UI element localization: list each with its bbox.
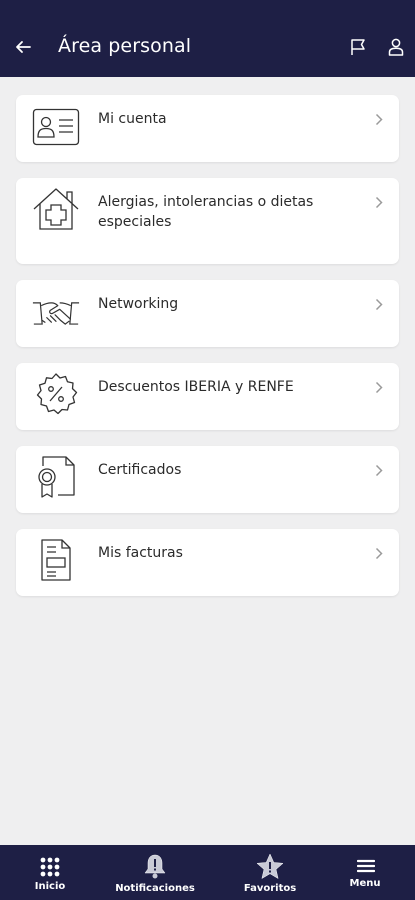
- grid-icon: [38, 856, 62, 878]
- menu-item-mi-cuenta[interactable]: Mi cuenta: [16, 95, 399, 162]
- chevron-right-icon: [373, 195, 385, 209]
- flag-icon: [351, 39, 365, 55]
- bottom-navigation: Inicio Notificaciones Favoritos Menu: [0, 845, 415, 900]
- menu-item-label: Certificados: [98, 462, 182, 478]
- nav-label: Notificaciones: [115, 883, 195, 894]
- discount-badge-icon: [32, 372, 80, 416]
- menu-item-networking[interactable]: Networking: [16, 280, 399, 347]
- nav-label: Inicio: [34, 881, 66, 892]
- handshake-icon: [32, 291, 80, 335]
- nav-favoritos[interactable]: Favoritos: [215, 845, 325, 900]
- menu-item-label: Mi cuenta: [98, 111, 167, 127]
- chevron-right-icon: [373, 546, 385, 560]
- menu-item-label: Mis facturas: [98, 545, 183, 561]
- nav-label: Menu: [349, 878, 381, 889]
- user-icon: [388, 38, 404, 56]
- profile-button[interactable]: [385, 36, 407, 58]
- menu-item-certificados[interactable]: Certificados: [16, 446, 399, 513]
- arrow-left-icon: [16, 41, 31, 53]
- nav-inicio[interactable]: Inicio: [0, 845, 100, 900]
- bell-icon: [142, 852, 168, 880]
- certificate-icon: [32, 455, 80, 499]
- menu-item-mis-facturas[interactable]: Mis facturas: [16, 529, 399, 596]
- medical-house-icon: [32, 187, 80, 231]
- nav-notificaciones[interactable]: Notificaciones: [100, 845, 210, 900]
- app-screen: Área personal Mi cuenta Alergias, intole…: [0, 0, 415, 900]
- id-card-icon: [32, 105, 80, 149]
- back-button[interactable]: [10, 34, 36, 60]
- menu-item-alergias[interactable]: Alergias, intolerancias o dietas especia…: [16, 178, 399, 264]
- star-icon: [256, 852, 284, 880]
- chevron-right-icon: [373, 112, 385, 126]
- menu-item-label: Networking: [98, 296, 179, 312]
- menu-item-label: Descuentos IBERIA y RENFE: [98, 379, 294, 395]
- nav-menu[interactable]: Menu: [325, 845, 415, 900]
- chevron-right-icon: [373, 463, 385, 477]
- chevron-right-icon: [373, 380, 385, 394]
- page-title: Área personal: [58, 35, 192, 57]
- flag-button[interactable]: [347, 36, 369, 58]
- chevron-right-icon: [373, 297, 385, 311]
- top-app-bar: Área personal: [0, 0, 415, 77]
- nav-label: Favoritos: [243, 883, 297, 894]
- menu-item-label: Alergias, intolerancias o dietas especia…: [98, 194, 314, 230]
- menu-item-descuentos[interactable]: Descuentos IBERIA y RENFE: [16, 363, 399, 430]
- hamburger-icon: [355, 856, 377, 876]
- invoice-icon: [32, 538, 80, 582]
